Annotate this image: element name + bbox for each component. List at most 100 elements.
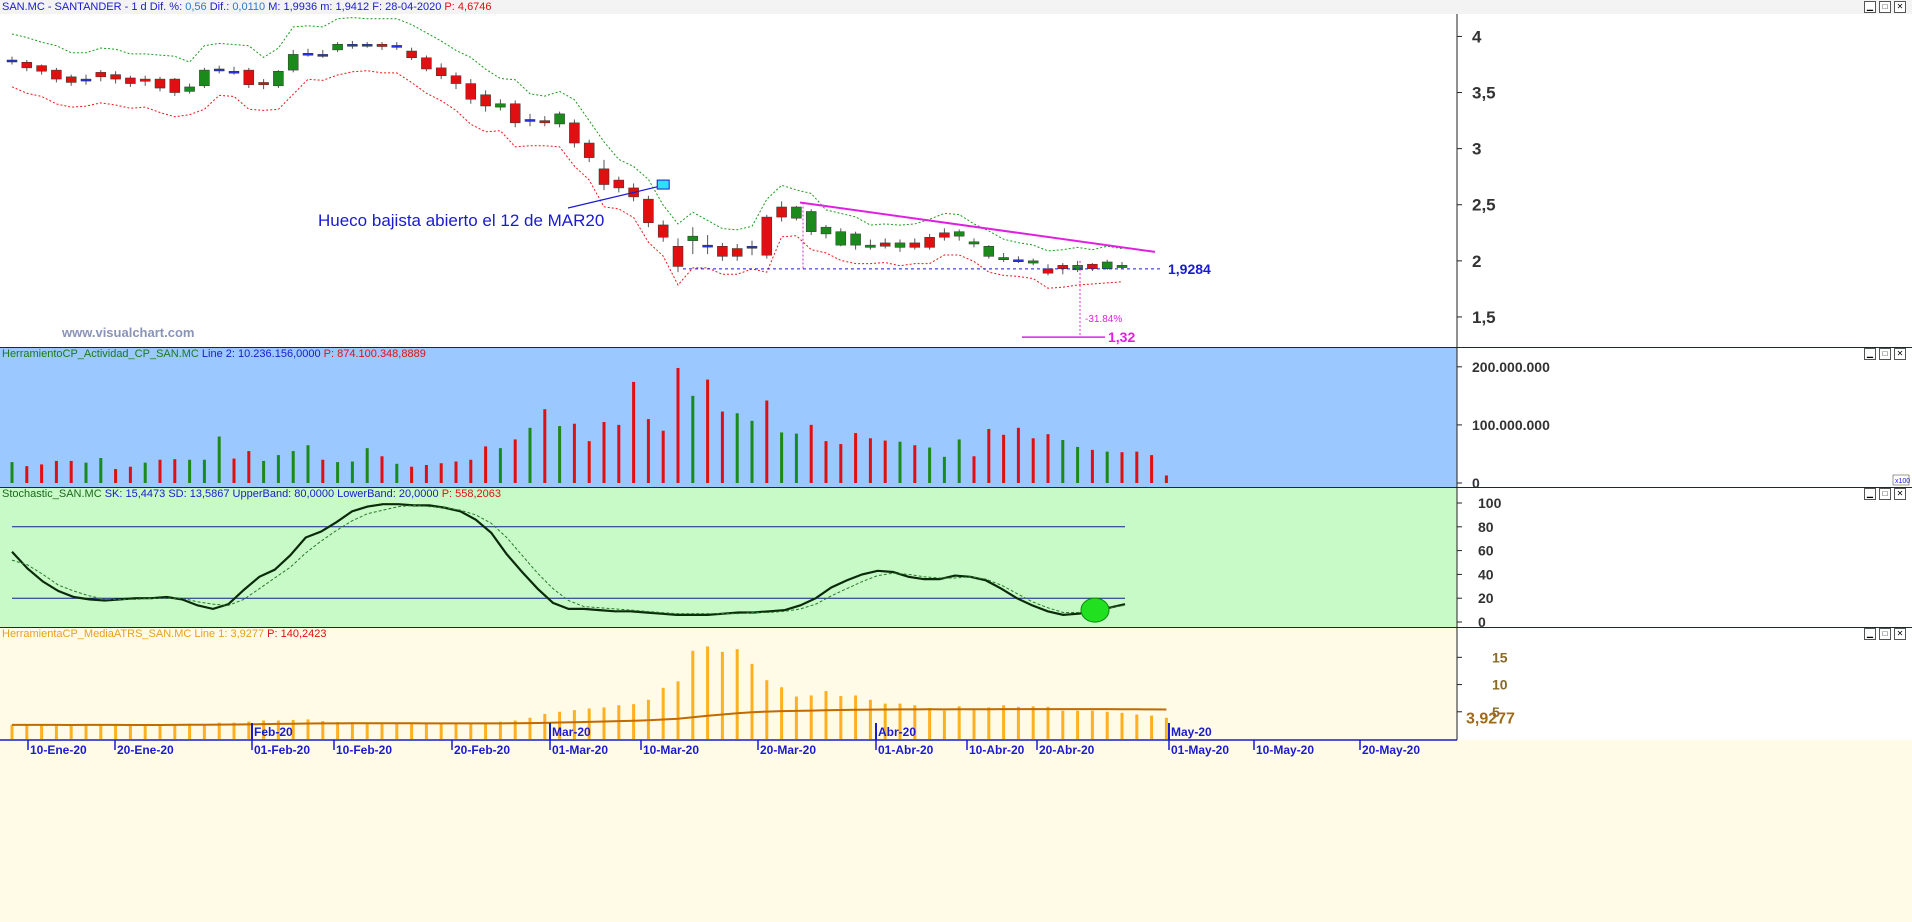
atr-bar	[735, 649, 739, 739]
atr-bar	[10, 724, 14, 739]
atr-bar	[987, 707, 991, 739]
volume-bar	[128, 466, 132, 483]
y-tick-label: 1,5	[1472, 308, 1496, 327]
close-icon[interactable]: ✕	[1894, 488, 1906, 500]
maximize-icon[interactable]: □	[1879, 628, 1891, 640]
y-tick-label: 80	[1478, 519, 1494, 535]
candle-body	[51, 69, 62, 80]
candle-body	[702, 244, 713, 248]
volume-bar	[913, 445, 917, 483]
target-label: 1,32	[1108, 329, 1135, 345]
candle-body	[1057, 265, 1069, 269]
volume-bar	[513, 439, 517, 483]
atr-bar	[1090, 710, 1094, 739]
price-panel-title: SAN.MC - SANTANDER - 1 d Dif. %: 0,56 Di…	[2, 1, 1902, 14]
p-value: 4,6746	[457, 1, 492, 13]
candle-body	[1116, 265, 1128, 268]
date-label: 20-May-20	[1362, 743, 1420, 757]
atr-bar	[173, 724, 177, 739]
volume-bar	[765, 400, 769, 483]
stoch-axis-bg	[1457, 487, 1912, 627]
volume-bar	[158, 459, 162, 483]
volume-bar	[957, 439, 961, 483]
close-icon[interactable]: ✕	[1894, 628, 1906, 640]
y-tick-label: 200.000.000	[1472, 359, 1550, 375]
volume-bar	[780, 432, 784, 483]
candle-body	[894, 242, 906, 248]
volume-bar	[1002, 434, 1006, 483]
atr-bar	[706, 646, 710, 739]
volume-bar	[661, 430, 665, 483]
atr-bar	[794, 696, 798, 739]
volume-bar	[1164, 475, 1168, 483]
candle-body	[968, 241, 980, 245]
candle-body	[613, 179, 625, 189]
date-label: 01-Mar-20	[552, 743, 608, 757]
volume-panel[interactable]: 200.000.000 100.000.000 0 x100 HerramientoC…	[0, 347, 1912, 487]
atr-bar	[128, 725, 132, 739]
max-label: M:	[268, 1, 281, 13]
date-label: 10-Feb-20	[336, 743, 392, 757]
volume-bar	[809, 424, 813, 483]
atr-bar	[1061, 710, 1065, 739]
volume-bar	[691, 395, 695, 483]
candle-body	[820, 226, 832, 235]
minimize-icon[interactable]: ▁	[1864, 1, 1876, 13]
dif-label: Dif.:	[209, 1, 230, 13]
volume-bar	[188, 459, 192, 483]
candle-body	[509, 103, 521, 124]
ticker-label: SAN.MC - SANTANDER -	[2, 1, 129, 13]
y-tick-label: 0	[1472, 475, 1480, 487]
atr-bar	[661, 687, 665, 739]
atr-bar	[780, 687, 784, 739]
volume-bar	[824, 441, 828, 483]
candle-body	[643, 198, 654, 223]
minimize-icon[interactable]: ▁	[1864, 488, 1876, 500]
candle-body	[598, 168, 610, 185]
volume-line-value: 10.236.156,0000	[238, 348, 321, 360]
stochastic-panel-controls: ▁ □ ✕	[1864, 488, 1906, 500]
maximize-icon[interactable]: □	[1879, 488, 1891, 500]
volume-bar	[839, 444, 843, 483]
minimize-icon[interactable]: ▁	[1864, 628, 1876, 640]
volume-bar	[350, 461, 354, 483]
atr-bar	[543, 713, 547, 739]
candle-body	[539, 120, 551, 124]
maximize-icon[interactable]: □	[1879, 348, 1891, 360]
volume-bar	[99, 458, 103, 483]
atr-panel[interactable]: 15 10 5 3,9277 Feb-20 Mar-20 Abr-20 May-20 10-En…	[0, 627, 1912, 922]
candle-body	[657, 224, 669, 238]
maximize-icon[interactable]: □	[1879, 1, 1891, 13]
month-label: May-20	[1171, 725, 1212, 739]
candle-body	[480, 94, 491, 107]
volume-bar	[84, 462, 88, 483]
minimize-icon[interactable]: ▁	[1864, 348, 1876, 360]
atr-title-name: HerramientaCP_MediaATRS_SAN.MC	[2, 628, 192, 640]
volume-bar	[1105, 451, 1109, 483]
candle-body	[450, 75, 462, 84]
volume-bar	[321, 459, 325, 483]
close-icon[interactable]: ✕	[1894, 1, 1906, 13]
period-label: 1 d	[131, 1, 147, 13]
atr-bar	[25, 724, 29, 739]
date-label: 20-Ene-20	[117, 743, 174, 757]
volume-bar	[439, 463, 443, 483]
date-label: 20-Abr-20	[1039, 743, 1095, 757]
atr-bar	[720, 651, 724, 739]
volume-bar	[543, 409, 547, 483]
atr-bar	[454, 723, 458, 739]
candle-body	[672, 246, 684, 267]
atr-bar	[350, 722, 354, 739]
y-tick-label: 3	[1472, 140, 1481, 159]
atr-bar	[1046, 706, 1050, 739]
close-icon[interactable]: ✕	[1894, 348, 1906, 360]
stochastic-panel[interactable]: 100 80 60 40 20 0 Stochastic_SAN.MC SK: 15,44…	[0, 487, 1912, 627]
volume-bar	[720, 411, 724, 483]
candle-body	[376, 44, 388, 47]
lower-channel-line	[11, 70, 1123, 289]
atr-bar	[410, 723, 414, 739]
atr-bar	[424, 723, 428, 739]
volume-bar	[410, 466, 414, 483]
price-panel[interactable]: 4 3,5 3 2,5 2 1,5 Hueco bajista abierto el 12 …	[0, 0, 1912, 347]
volume-bar	[54, 460, 58, 483]
